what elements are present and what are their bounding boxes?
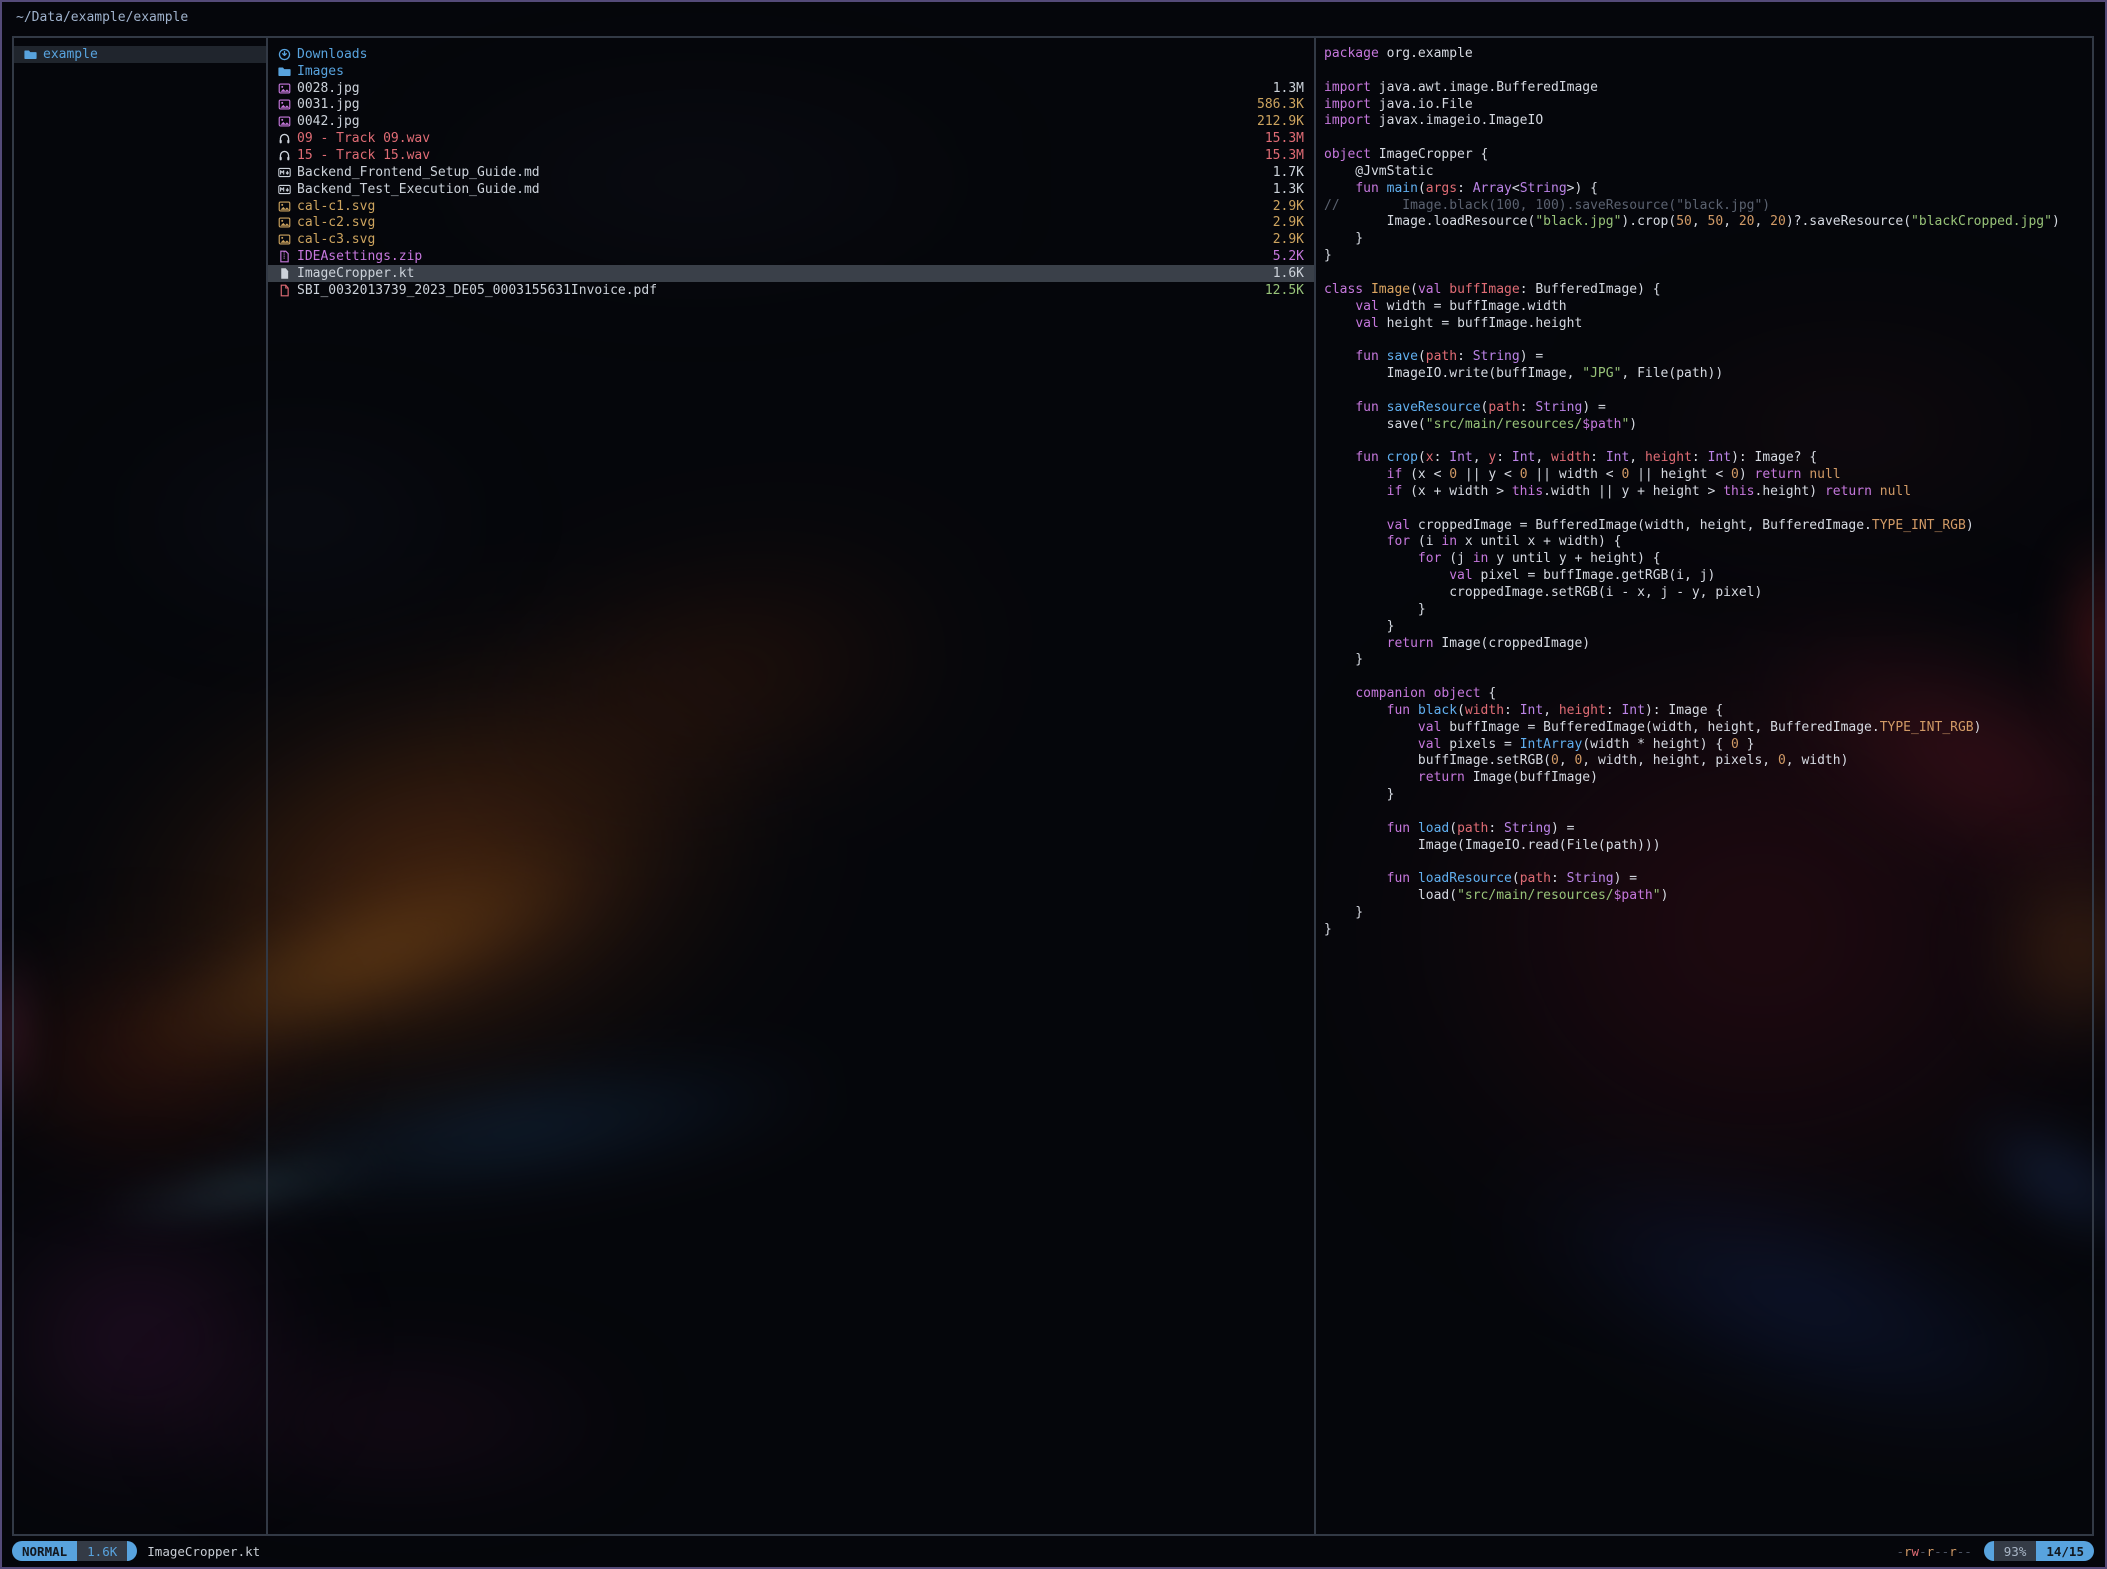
- file-name: cal-c2.svg: [297, 215, 1265, 230]
- file-size: 586.3K: [1257, 97, 1304, 112]
- file-name: 15 - Track 15.wav: [297, 148, 1257, 163]
- scroll-percent: 93%: [1994, 1541, 2037, 1561]
- file-row[interactable]: Backend_Frontend_Setup_Guide.md 1.7K: [268, 164, 1314, 181]
- file-name: SBI_0032013739_2023_DE05_0003155631Invoi…: [297, 283, 1257, 298]
- powerline-cap-icon: [1984, 1541, 1994, 1561]
- code-content: package org.example import java.awt.imag…: [1316, 46, 2092, 939]
- image-icon: [278, 98, 297, 111]
- file-name: 0042.jpg: [297, 114, 1249, 129]
- file-size: 2.9K: [1273, 199, 1304, 214]
- file-row[interactable]: IDEAsettings.zip 5.2K: [268, 248, 1314, 265]
- folder-icon: [278, 65, 297, 78]
- file-size: 2.9K: [1273, 232, 1304, 247]
- yazi-file-manager: ~/Data/example/example example Downloads…: [0, 0, 2107, 1569]
- file-size: 1.3M: [1273, 81, 1304, 96]
- file-size: 212.9K: [1257, 114, 1304, 129]
- panes-container: example DownloadsImages0028.jpg1.3M0031.…: [12, 36, 2094, 1536]
- file-row[interactable]: 0042.jpg 212.9K: [268, 113, 1314, 130]
- file-row[interactable]: cal-c3.svg 2.9K: [268, 231, 1314, 248]
- file-row[interactable]: Images: [268, 63, 1314, 80]
- cursor-position: 14/15: [2036, 1541, 2094, 1561]
- selected-size-badge: 1.6K: [77, 1541, 127, 1561]
- file-size: 2.9K: [1273, 215, 1304, 230]
- audio-icon: [278, 132, 297, 145]
- folder-icon: [24, 48, 43, 61]
- status-right: -rw-r--r-- 93% 14/15: [1896, 1541, 2094, 1561]
- parent-dir-row[interactable]: example: [14, 46, 266, 63]
- status-left: NORMAL 1.6K ImageCropper.kt: [12, 1541, 260, 1561]
- file-name: Backend_Test_Execution_Guide.md: [297, 182, 1265, 197]
- image-icon: [278, 82, 297, 95]
- file-icon: [278, 267, 297, 280]
- file-list: Downloads Images 0028.jpg 1.3M 0031.jpg 586.3…: [268, 46, 1314, 299]
- file-size: 15.3M: [1265, 148, 1304, 163]
- preview-pane[interactable]: package org.example import java.awt.imag…: [1316, 38, 2092, 1534]
- file-name: IDEAsettings.zip: [297, 249, 1265, 264]
- file-size: 15.3M: [1265, 131, 1304, 146]
- status-bar: NORMAL 1.6K ImageCropper.kt -rw-r--r-- 9…: [12, 1541, 2094, 1561]
- file-size: 12.5K: [1265, 283, 1304, 298]
- markdown-icon: [278, 183, 297, 196]
- file-name: Downloads: [297, 47, 1296, 62]
- terminal-window: ~/Data/example/example example Downloads…: [0, 0, 2107, 1569]
- selected-filename: ImageCropper.kt: [147, 1544, 260, 1559]
- file-row[interactable]: SBI_0032013739_2023_DE05_0003155631Invoi…: [268, 282, 1314, 299]
- file-size: 5.2K: [1273, 249, 1304, 264]
- parent-pane[interactable]: example: [14, 38, 268, 1534]
- file-name: cal-c3.svg: [297, 232, 1265, 247]
- file-size: 1.3K: [1273, 182, 1304, 197]
- file-name: ImageCropper.kt: [297, 266, 1265, 281]
- image-icon: [278, 115, 297, 128]
- parent-dir-label: example: [43, 47, 256, 62]
- permissions: -rw-r--r--: [1896, 1544, 1971, 1559]
- file-name: Backend_Frontend_Setup_Guide.md: [297, 165, 1265, 180]
- file-row[interactable]: Downloads: [268, 46, 1314, 63]
- file-name: Images: [297, 64, 1296, 79]
- file-row[interactable]: 0031.jpg 586.3K: [268, 97, 1314, 114]
- file-name: 0028.jpg: [297, 81, 1265, 96]
- audio-icon: [278, 149, 297, 162]
- file-row[interactable]: ImageCropper.kt 1.6K: [268, 265, 1314, 282]
- file-row[interactable]: 0028.jpg 1.3M: [268, 80, 1314, 97]
- breadcrumb-path: ~/Data/example/example: [16, 7, 188, 29]
- file-name: 09 - Track 09.wav: [297, 131, 1257, 146]
- image-icon: [278, 216, 297, 229]
- pdf-icon: [278, 284, 297, 297]
- file-row[interactable]: Backend_Test_Execution_Guide.md 1.3K: [268, 181, 1314, 198]
- file-row[interactable]: 09 - Track 09.wav 15.3M: [268, 130, 1314, 147]
- file-row[interactable]: cal-c2.svg 2.9K: [268, 214, 1314, 231]
- file-name: cal-c1.svg: [297, 199, 1265, 214]
- file-row[interactable]: 15 - Track 15.wav 15.3M: [268, 147, 1314, 164]
- archive-icon: [278, 250, 297, 263]
- file-name: 0031.jpg: [297, 97, 1249, 112]
- file-row[interactable]: cal-c1.svg 2.9K: [268, 198, 1314, 215]
- download-icon: [278, 48, 297, 61]
- file-size: 1.7K: [1273, 165, 1304, 180]
- image-icon: [278, 200, 297, 213]
- file-size: 1.6K: [1273, 266, 1304, 281]
- file-list-pane[interactable]: Downloads Images 0028.jpg 1.3M 0031.jpg 586.3…: [268, 38, 1316, 1534]
- powerline-separator-icon: [127, 1541, 137, 1561]
- markdown-icon: [278, 166, 297, 179]
- image-icon: [278, 233, 297, 246]
- mode-badge: NORMAL: [12, 1541, 77, 1561]
